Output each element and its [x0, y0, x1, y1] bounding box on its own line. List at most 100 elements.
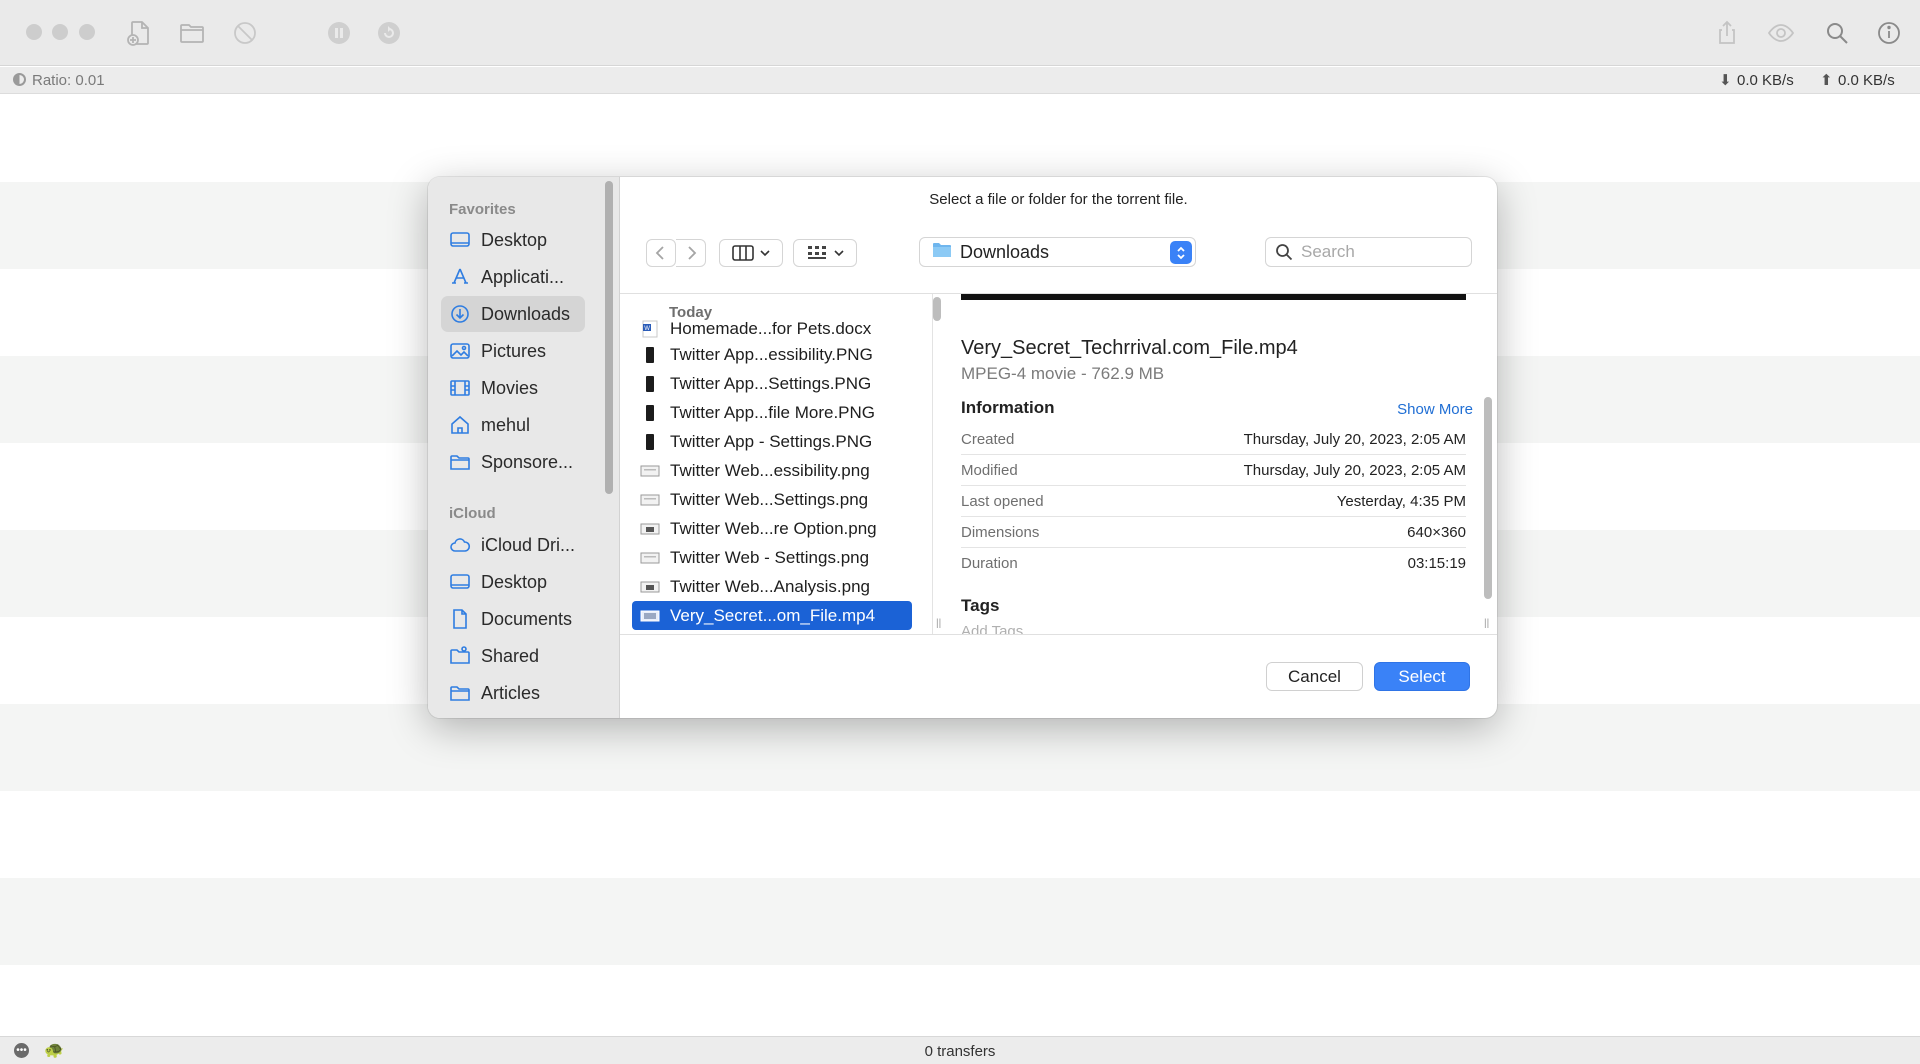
web-image-icon	[640, 519, 660, 539]
chevron-down-icon	[834, 250, 844, 257]
close-window-button[interactable]	[26, 24, 42, 40]
sidebar-item-label: Pictures	[481, 340, 547, 361]
file-row[interactable]: Twitter App...essibility.PNG	[632, 340, 912, 369]
file-name: Twitter App...essibility.PNG	[670, 344, 873, 364]
sidebar-item-sponsored[interactable]: Sponsore...	[441, 444, 585, 480]
sidebar-item-desktop[interactable]: Desktop	[441, 222, 585, 258]
resume-icon[interactable]	[372, 16, 406, 50]
web-image-icon	[640, 577, 660, 597]
info-row-created: Created Thursday, July 20, 2023, 2:05 AM	[961, 424, 1466, 455]
info-value: Thursday, July 20, 2023, 2:05 AM	[1243, 462, 1466, 479]
web-image-icon	[640, 548, 660, 568]
sidebar-item-pictures[interactable]: Pictures	[441, 333, 585, 369]
sidebar-item-label: Shared	[481, 645, 540, 666]
file-row[interactable]: Twitter Web - Settings.png	[632, 543, 912, 572]
back-button[interactable]	[646, 239, 676, 267]
sidebar-item-documents[interactable]: Documents	[441, 601, 585, 637]
file-name: Very_Secret...om_File.mp4	[670, 605, 876, 625]
add-tags-field[interactable]: Add Tags	[961, 623, 1023, 634]
footer-divider	[620, 634, 1497, 635]
group-by-button[interactable]	[793, 239, 857, 267]
file-row[interactable]: Twitter App...Settings.PNG	[632, 369, 912, 398]
sidebar-item-shared[interactable]: Shared	[441, 638, 585, 674]
sidebar-item-label: Desktop	[481, 229, 548, 250]
open-folder-icon[interactable]	[175, 16, 209, 50]
file-name: Twitter Web...re Option.png	[670, 518, 877, 538]
sidebar-item-home[interactable]: mehul	[441, 407, 585, 443]
pictures-icon	[449, 340, 471, 362]
video-icon	[640, 606, 660, 626]
file-open-dialog: Favorites Desktop Applicati... Downloads…	[428, 177, 1497, 718]
window-toolbar	[0, 0, 1920, 66]
sidebar-scrollbar[interactable]	[605, 181, 613, 494]
location-select[interactable]: Downloads	[919, 237, 1196, 267]
search-input[interactable]	[1301, 242, 1451, 262]
file-row[interactable]: W Homemade...for Pets.docx	[632, 314, 912, 343]
dialog-prompt: Select a file or folder for the torrent …	[929, 191, 1188, 208]
remove-icon[interactable]	[228, 16, 262, 50]
video-thumbnail	[961, 294, 1466, 300]
quicklook-eye-icon[interactable]	[1764, 16, 1798, 50]
file-row-selected[interactable]: Very_Secret...om_File.mp4	[632, 601, 912, 630]
file-row[interactable]: Twitter App - Settings.PNG	[632, 427, 912, 456]
document-icon	[449, 608, 471, 630]
sidebar-item-icloud-desktop[interactable]: Desktop	[441, 564, 585, 600]
file-row[interactable]: Twitter App...file More.PNG	[632, 398, 912, 427]
chevron-down-icon	[760, 250, 770, 257]
columns-view-icon	[732, 245, 754, 261]
ratio-icon	[13, 73, 26, 86]
sidebar-item-label: iCloud Dri...	[481, 534, 576, 555]
web-image-icon	[640, 490, 660, 510]
file-name: Homemade...for Pets.docx	[670, 318, 872, 338]
info-value: Thursday, July 20, 2023, 2:05 AM	[1243, 431, 1466, 448]
share-icon[interactable]	[1710, 16, 1744, 50]
transfers-count: 0 transfers	[924, 1043, 996, 1060]
pause-icon[interactable]	[322, 16, 356, 50]
info-row-dimensions: Dimensions 640×360	[961, 517, 1466, 548]
file-name: Twitter App - Settings.PNG	[670, 431, 873, 451]
file-row[interactable]: Twitter Web...essibility.png	[632, 456, 912, 485]
sidebar-item-movies[interactable]: Movies	[441, 370, 585, 406]
zoom-window-button[interactable]	[79, 24, 95, 40]
dialog-sidebar: Favorites Desktop Applicati... Downloads…	[428, 177, 620, 718]
sidebar-item-label: Articles	[481, 682, 541, 703]
file-list-scrollbar[interactable]	[933, 297, 941, 321]
file-name: Twitter Web - Settings.png	[670, 547, 870, 567]
file-row[interactable]: Twitter Web...Analysis.png	[632, 572, 912, 601]
icloud-icon	[449, 534, 471, 556]
column-resize-handle[interactable]: ||	[936, 618, 941, 629]
minimize-window-button[interactable]	[52, 24, 68, 40]
column-divider[interactable]	[932, 294, 933, 634]
preview-resize-handle[interactable]: ||	[1484, 618, 1489, 629]
view-mode-button[interactable]	[719, 239, 783, 267]
search-field[interactable]	[1265, 237, 1472, 267]
icloud-header: iCloud	[449, 505, 496, 522]
preview-scrollbar[interactable]	[1484, 397, 1492, 599]
sidebar-item-label: Downloads	[481, 303, 571, 324]
folder-icon	[449, 451, 471, 473]
info-icon[interactable]	[1872, 16, 1906, 50]
phone-image-icon	[640, 345, 660, 365]
file-name: Twitter Web...Settings.png	[670, 489, 869, 509]
show-more-link[interactable]: Show More	[1397, 401, 1473, 418]
sidebar-item-label: Applicati...	[481, 266, 565, 287]
file-row[interactable]: Twitter Web...Settings.png	[632, 485, 912, 514]
info-key: Last opened	[961, 493, 1044, 510]
forward-button[interactable]	[676, 239, 706, 267]
sidebar-item-articles[interactable]: Articles	[441, 675, 585, 711]
search-icon[interactable]	[1820, 16, 1854, 50]
tags-header: Tags	[961, 596, 1000, 615]
file-row[interactable]: Twitter Web...re Option.png	[632, 514, 912, 543]
downloads-icon	[449, 303, 471, 325]
file-name: Twitter Web...Analysis.png	[670, 576, 870, 596]
sidebar-item-applications[interactable]: Applicati...	[441, 259, 585, 295]
sidebar-item-icloud-drive[interactable]: iCloud Dri...	[441, 527, 585, 563]
cancel-button[interactable]: Cancel	[1266, 662, 1363, 691]
add-torrent-icon[interactable]	[122, 16, 156, 50]
shared-folder-icon	[449, 645, 471, 667]
download-speed: 0.0 KB/s	[1737, 72, 1794, 89]
sidebar-item-downloads[interactable]: Downloads	[441, 296, 585, 332]
select-button[interactable]: Select	[1374, 662, 1470, 691]
info-value: 640×360	[1407, 524, 1466, 541]
info-key: Created	[961, 431, 1015, 448]
